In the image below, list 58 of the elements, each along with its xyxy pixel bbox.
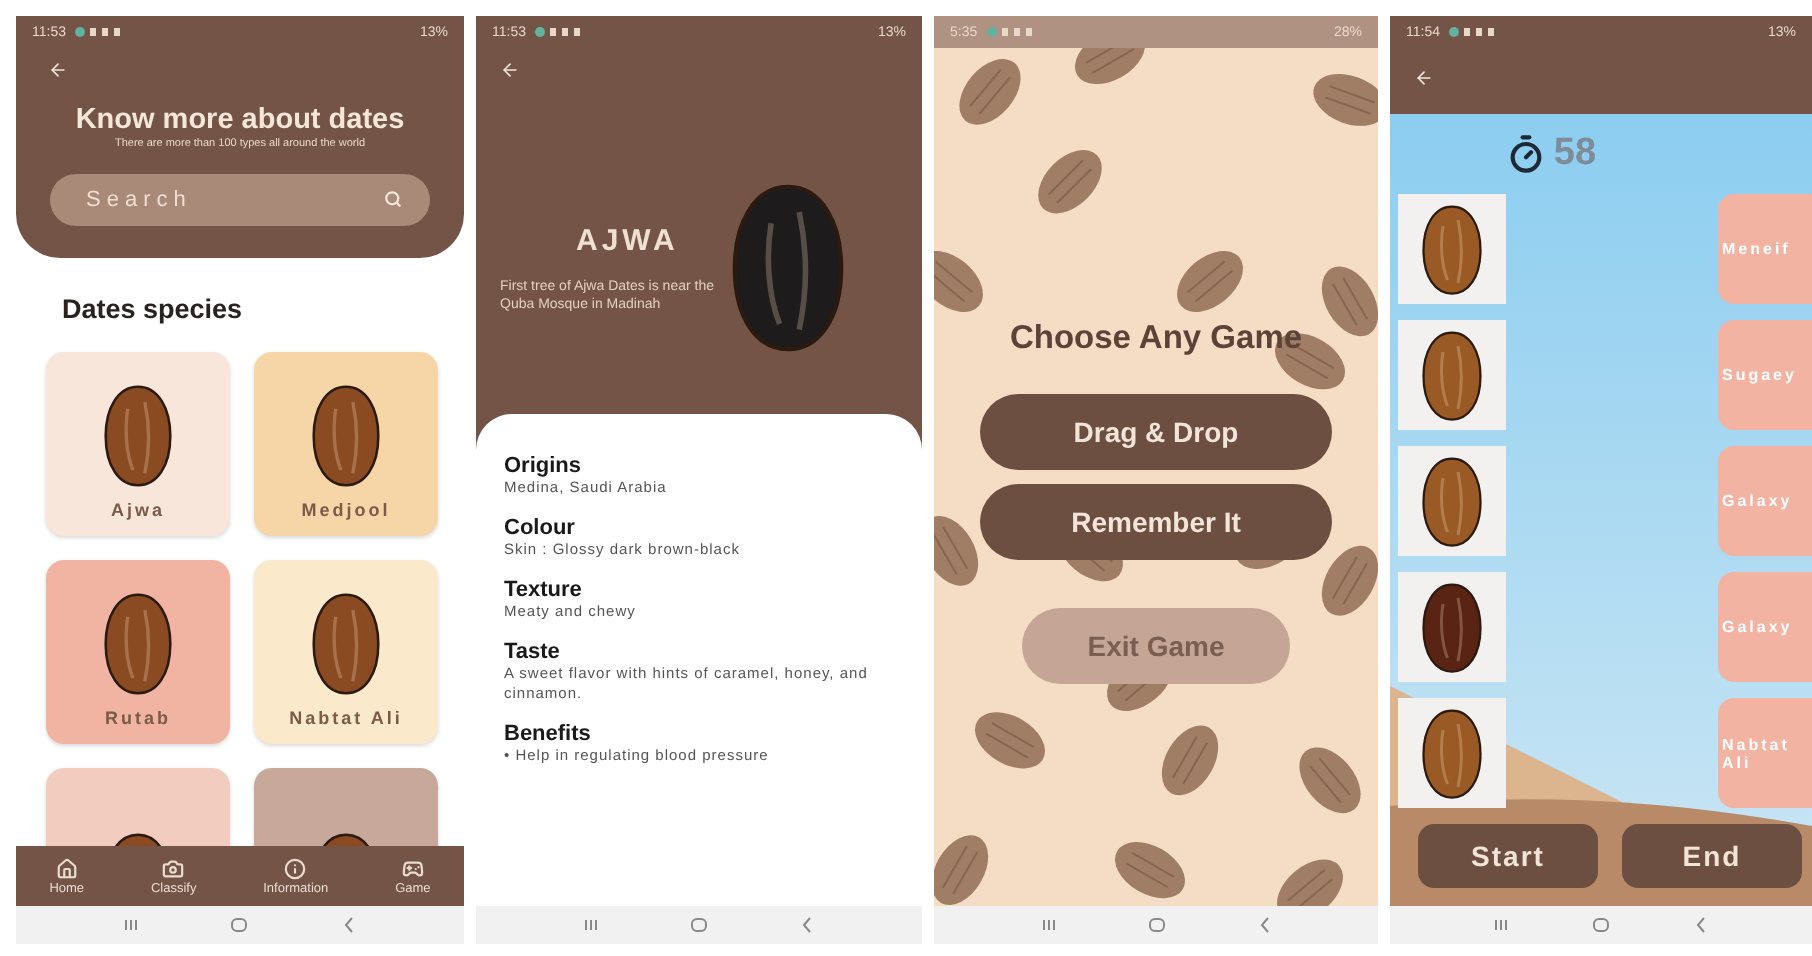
game-button[interactable]: Remember It <box>980 484 1332 560</box>
date-image <box>1422 329 1482 421</box>
date-drawing <box>312 592 380 696</box>
info-heading: Benefits <box>504 722 593 746</box>
date-drawing <box>104 592 172 696</box>
back-icon[interactable] <box>798 916 817 934</box>
info-heading: Texture <box>504 578 584 602</box>
species-card[interactable]: Nabtat Ali <box>254 560 438 744</box>
species-name: Ajwa <box>110 500 165 520</box>
date-photo[interactable] <box>1398 572 1506 682</box>
search-field[interactable]: Search <box>50 174 430 226</box>
back-icon[interactable] <box>1692 916 1711 934</box>
gamepad-icon <box>401 857 424 879</box>
home-icon <box>55 857 78 879</box>
recent-apps-icon[interactable] <box>581 916 600 934</box>
info-heading: Origins <box>504 454 584 478</box>
date-photo[interactable] <box>1398 194 1506 304</box>
search-icon <box>384 190 402 208</box>
back-button[interactable] <box>500 60 520 80</box>
home-icon[interactable] <box>1591 916 1610 934</box>
back-icon[interactable] <box>340 916 359 934</box>
home-icon[interactable] <box>230 916 249 934</box>
info-heading: Colour <box>504 516 577 540</box>
species-name: Rutab <box>105 708 171 728</box>
home-icon[interactable] <box>689 916 708 934</box>
stopwatch-icon <box>1505 134 1546 174</box>
page-title: Know more about dates <box>75 104 405 136</box>
date-photo[interactable] <box>1398 698 1506 808</box>
date-image <box>1422 203 1482 295</box>
recent-apps-icon[interactable] <box>121 916 140 934</box>
game-control-button[interactable]: End <box>1622 824 1802 888</box>
date-image <box>1422 455 1482 547</box>
home-icon[interactable] <box>1147 916 1165 934</box>
camera-icon <box>162 857 185 879</box>
info-heading: Taste <box>504 640 562 664</box>
game-control-button[interactable]: Start <box>1418 824 1598 888</box>
species-card[interactable]: Rutab <box>46 560 230 744</box>
game-menu-title: Choose Any Game <box>1009 320 1303 358</box>
info-icon <box>284 857 307 879</box>
species-card[interactable]: Ajwa <box>46 352 230 536</box>
date-drawing <box>104 384 172 488</box>
back-button[interactable] <box>1414 68 1434 88</box>
back-icon[interactable] <box>1255 916 1273 934</box>
recent-apps-icon[interactable] <box>1491 916 1510 934</box>
species-card[interactable]: Medjool <box>254 352 438 536</box>
recent-apps-icon[interactable] <box>1039 916 1057 934</box>
date-photo[interactable] <box>1398 320 1506 430</box>
date-name: AJWA <box>576 223 679 257</box>
timer-count: 58 <box>1553 132 1597 176</box>
section-title: Dates species <box>62 294 245 324</box>
species-name: Nabtat Ali <box>289 708 403 728</box>
game-button[interactable]: Drag & Drop <box>980 394 1332 470</box>
date-image <box>1422 707 1482 799</box>
back-button[interactable] <box>48 60 68 80</box>
date-photo[interactable] <box>1398 446 1506 556</box>
species-name: Medjool <box>301 500 391 520</box>
date-drawing <box>312 384 380 488</box>
date-image <box>1422 581 1482 673</box>
